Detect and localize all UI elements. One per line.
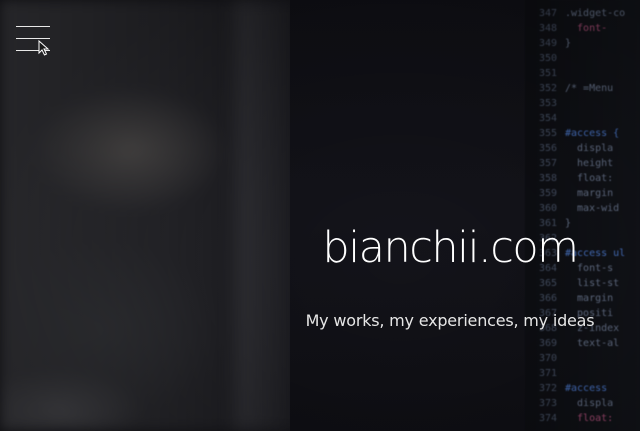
mouse-pointer-icon: [38, 40, 50, 56]
site-title: bianchii.com: [322, 223, 579, 273]
site-tagline: My works, my experiences, my ideas: [305, 311, 595, 330]
background-vignette: [0, 0, 640, 431]
hero-section: 347.widget-co348 font-349}350351352/* =M…: [0, 0, 640, 431]
menu-bar: [16, 26, 50, 27]
menu-bar: [16, 38, 50, 39]
